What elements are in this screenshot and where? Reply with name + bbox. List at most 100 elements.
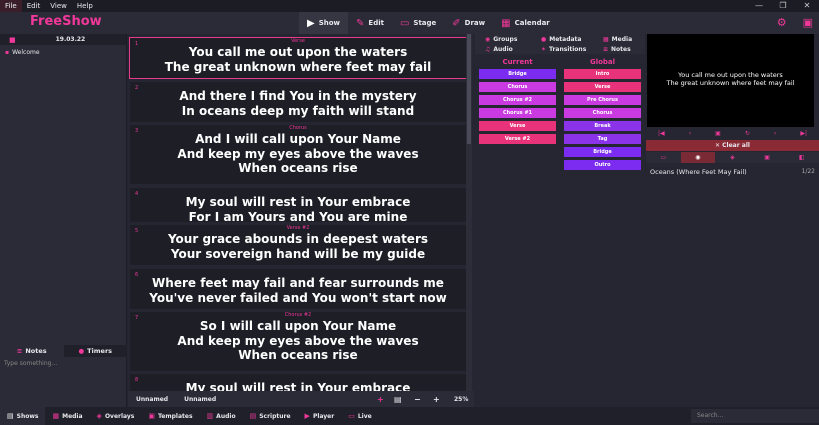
tab-audio[interactable]: ♫ Audio <box>485 46 541 53</box>
tab-shows[interactable]: ▤ Shows <box>0 407 46 425</box>
group-button[interactable]: Tag <box>564 134 641 144</box>
slide-thumbnail[interactable]: 5 Verse #2 Your grace abounds in deepest w… <box>130 225 466 265</box>
tab-transitions[interactable]: ✶ Transitions <box>541 46 603 53</box>
slide-thumbnail[interactable]: 8 My soul will rest in Your embrace <box>130 374 466 391</box>
slide-number: 1 <box>135 41 139 47</box>
menu-edit[interactable]: Edit <box>22 0 46 12</box>
search-input[interactable]: Search... <box>691 409 819 423</box>
tab-notes-side[interactable]: ≡ Notes <box>603 46 631 53</box>
tab-groups[interactable]: ◉ Groups <box>485 36 541 43</box>
tab-label: Calendar <box>514 19 550 27</box>
slide-line: And keep my eyes above the waves <box>177 146 419 161</box>
restore-button[interactable]: ❐ <box>771 0 795 12</box>
tab-player[interactable]: ▶ Player <box>298 407 342 425</box>
groups-tabs: ◉ Groups ● Metadata ▦ Media ♫ Audio ✶ Transit… <box>475 34 645 54</box>
slide-thumbnail[interactable]: 6 Where feet may fail and fear surrounds … <box>130 269 466 309</box>
tab-stage[interactable]: ▭ Stage <box>392 12 444 34</box>
zoom-out-icon[interactable]: − <box>414 395 421 404</box>
group-button[interactable]: Verse <box>564 82 641 92</box>
project-header[interactable]: ■ 19.03.22 <box>0 34 126 45</box>
menu-help[interactable]: Help <box>72 0 98 12</box>
minimize-button[interactable]: — <box>747 0 771 12</box>
tab-show[interactable]: ▶ Show <box>299 12 349 34</box>
tab-label: Audio <box>216 412 236 420</box>
layout-settings-icon[interactable]: ▤ <box>394 395 402 404</box>
tab-label: Draw <box>464 19 486 27</box>
menubar: File Edit View Help — ❐ ✕ <box>0 0 819 12</box>
group-button[interactable]: Chorus #1 <box>479 108 556 118</box>
output-toggle-icon[interactable]: ▣ <box>803 16 813 29</box>
tab-timers[interactable]: ● Timers <box>64 345 128 357</box>
group-button[interactable]: Verse #2 <box>479 134 556 144</box>
group-button[interactable]: Intro <box>564 69 641 79</box>
tab-label: Transitions <box>549 45 587 53</box>
group-button[interactable]: Pre Chorus <box>564 95 641 105</box>
slide-thumbnail[interactable]: 4 My soul will rest in Your embrace For I … <box>130 188 466 224</box>
tab-label: Templates <box>158 412 193 420</box>
tab-scripture[interactable]: ▤ Scripture <box>243 407 298 425</box>
tab-overlays[interactable]: ◈ Overlays <box>90 407 142 425</box>
slide-layer-icon[interactable]: ◉ <box>680 152 716 163</box>
tab-media[interactable]: ▦ Media <box>603 36 632 43</box>
group-button[interactable]: Bridge <box>479 69 556 79</box>
layout-tab[interactable]: Unnamed <box>176 396 224 403</box>
layout-tab[interactable]: Unnamed <box>128 396 176 403</box>
refresh-icon[interactable]: ↻ <box>745 130 750 137</box>
slide-line: So I will call upon Your Name <box>199 319 397 333</box>
tab-label: Shows <box>16 412 39 420</box>
slide-lines: My soul will rest in Your embrace <box>130 381 466 391</box>
group-button[interactable]: Chorus <box>479 82 556 92</box>
tab-live[interactable]: ▭ Live <box>341 407 379 425</box>
lock-icon[interactable]: ▣ <box>715 130 721 137</box>
group-button[interactable]: Chorus <box>564 108 641 118</box>
slide-thumbnail[interactable]: 7 Chorus #2 So I will call upon Your Name A… <box>130 312 466 371</box>
menu-file[interactable]: File <box>0 0 22 12</box>
slide-line: And I will call upon Your Name <box>195 132 401 146</box>
group-button[interactable]: Bridge <box>564 147 641 157</box>
tab-templates[interactable]: ▣ Templates <box>141 407 199 425</box>
group-button[interactable]: Outro <box>564 160 641 170</box>
overlay-layer-icon[interactable]: ◈ <box>715 152 750 163</box>
current-show[interactable]: Oceans (Where Feet May Fail) 1/22 <box>650 168 815 176</box>
slide-thumbnail[interactable]: 1 Verse You call me out upon the waters The… <box>129 37 467 79</box>
first-slide-icon[interactable]: |◀ <box>658 130 665 137</box>
previous-icon[interactable]: ‹ <box>689 130 691 137</box>
tab-edit[interactable]: ✎ Edit <box>348 12 392 34</box>
audio-layer-icon[interactable]: ◧ <box>784 152 819 163</box>
tab-notes[interactable]: ≡ Notes <box>0 345 64 357</box>
book-icon: ▤ <box>249 412 257 420</box>
zoom-in-icon[interactable]: + <box>433 395 440 404</box>
media-layer-icon[interactable]: ▣ <box>749 152 785 163</box>
slide-line: My soul will rest in Your embrace <box>185 381 411 391</box>
group-button[interactable]: Verse <box>479 121 556 131</box>
menu-view[interactable]: View <box>45 0 72 12</box>
output-preview[interactable]: You call me out upon the waters The grea… <box>647 34 814 127</box>
tab-media-bottom[interactable]: ▦ Media <box>45 407 89 425</box>
tab-calendar[interactable]: ▦ Calendar <box>493 12 558 34</box>
clear-all-button[interactable]: ✕ Clear all <box>646 140 819 151</box>
last-slide-icon[interactable]: ▶| <box>800 130 807 137</box>
slide-line: And there I find You in the mystery <box>179 89 417 103</box>
group-button[interactable]: Chorus #2 <box>479 95 556 105</box>
project-item-label: Welcome <box>12 49 40 56</box>
slide-thumbnail[interactable]: 3 Chorus And I will call upon Your Name And… <box>130 125 466 184</box>
tab-audio-bottom[interactable]: ▥ Audio <box>200 407 243 425</box>
info-icon: ● <box>541 35 547 43</box>
slide-lines: Your grace abounds in deepest waters Your… <box>130 232 466 261</box>
live-icon: ▭ <box>348 412 355 420</box>
scrollbar-thumb[interactable] <box>467 34 471 144</box>
next-icon[interactable]: › <box>774 130 776 137</box>
slide-thumbnail[interactable]: 2 And there I find You in the mystery In o… <box>130 82 466 122</box>
gear-icon[interactable]: ⚙ <box>777 16 787 29</box>
close-button[interactable]: ✕ <box>795 0 819 12</box>
tab-label: Player <box>312 412 335 420</box>
stage-icon: ▭ <box>399 17 410 29</box>
transition-icon: ✶ <box>541 45 547 53</box>
background-layer-icon[interactable]: ▭ <box>646 152 681 163</box>
tab-metadata[interactable]: ● Metadata <box>541 36 603 43</box>
group-button[interactable]: Break <box>564 121 641 131</box>
notes-input[interactable]: Type something... <box>4 360 57 367</box>
tab-draw[interactable]: ✐ Draw <box>444 12 493 34</box>
project-item[interactable]: ▪ Welcome <box>0 48 126 57</box>
add-layout-icon[interactable]: + <box>377 395 384 404</box>
